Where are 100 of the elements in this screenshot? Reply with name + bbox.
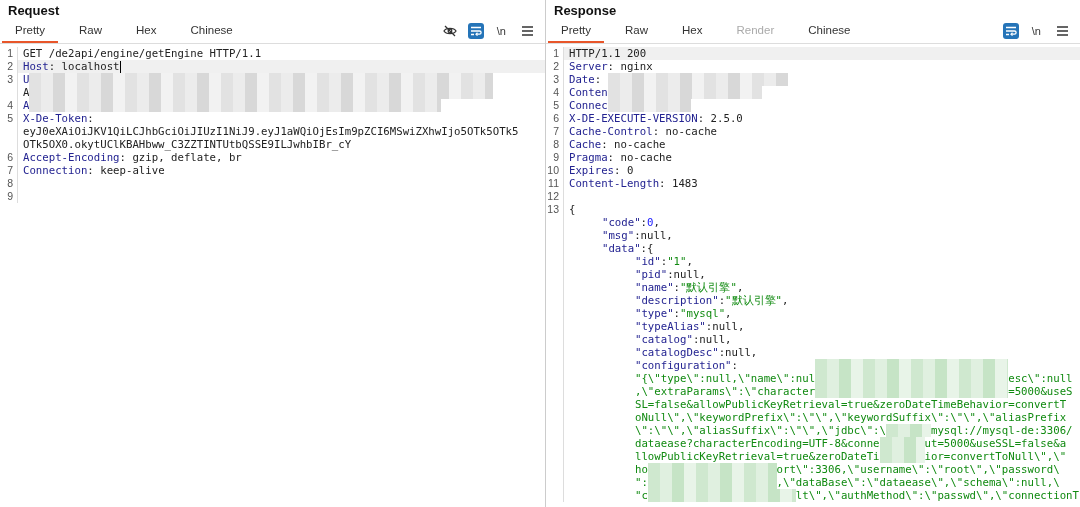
code-text: :null, [634,229,673,242]
menu-icon[interactable] [519,23,535,39]
view-tab[interactable]: Pretty [548,19,605,43]
line-number: 6 [546,112,564,125]
text-cursor [119,61,121,73]
string-value: dataease?characterEncoding=UTF-8&conne [635,437,880,450]
line-number: 1 [0,47,18,60]
view-tab[interactable]: Raw [66,19,116,43]
string-value: SL=false&allowPublicKeyRetrieval=true&zeroDateTimeBehavior=convertT [635,398,1067,411]
string-value: =5000&useS [1008,385,1073,398]
string-value: "{\"type\":null,\"name\":nul [635,372,816,385]
string-value: lt\",\"authMethod\":\"passwd\",\"connectionT [795,489,1079,502]
header-name: Conten [569,86,608,99]
newline-toggle[interactable]: \n [1028,23,1044,39]
view-tab[interactable]: Raw [612,19,662,43]
line-number: 13 [546,203,564,216]
line-number: 2 [546,60,564,73]
header-name: Pragma [569,151,608,164]
string-value: \":\"\",\"aliasSuffix\":\"\",\"jdbc\":\ [635,424,886,437]
view-tab[interactable]: Pretty [2,19,59,43]
header-name: Content-Length [569,177,660,190]
header-name: Cache-Control [569,125,653,138]
header-name: "pid" [635,268,668,281]
header-name: "description" [635,294,719,307]
hide-toggle-icon[interactable] [441,23,458,39]
view-tab[interactable]: Hex [669,19,716,43]
code-text: { [569,203,576,216]
line-number: 7 [546,125,564,138]
header-name: Cache [569,138,602,151]
header-name: "configuration" [635,359,732,372]
word-wrap-button[interactable] [467,23,484,39]
string-value: esc\":null [1008,372,1073,385]
view-tab[interactable]: Chinese [177,19,246,43]
header-name: "data" [602,242,641,255]
header-name: Server [569,60,608,73]
line-number: 3 [546,73,564,86]
header-name: "type" [635,307,674,320]
code-text: :null, [692,333,732,346]
header-name: U [23,73,30,86]
string-value: "默认引擎" [725,294,782,307]
string-value: ort\":3306,\"username\":\"root\",\"password\ [776,463,1060,476]
line-number: 6 [0,151,18,164]
header-name: "name" [635,281,674,294]
code-text: : no-cache [652,125,717,138]
line-number: 9 [0,190,18,203]
line-number: 10 [546,164,564,177]
line-number: 3 [0,73,18,86]
line-number: 8 [0,177,18,190]
string-value: mysql://mysql-de:3306/ [931,424,1073,437]
number-value: 0 [647,216,654,229]
code-text: , [725,307,732,320]
code-text: :null, [718,346,758,359]
code-text: OTk5OX0.okytUClKBAHbww_C3ZZTINTUtbQSSE9ILJwhbIBr_cY [23,138,352,151]
line-number: 4 [0,99,18,112]
header-name: "id" [635,255,661,268]
code-text: :null, [667,268,706,281]
header-name: A [23,99,30,112]
header-name: X-De-Token [23,112,88,125]
header-name: Connec [569,99,608,112]
code-text: : 0 [614,164,634,177]
string-value: "默认引擎" [680,281,737,294]
header-name: Expires [569,164,615,177]
word-wrap-button[interactable] [1002,23,1019,39]
code-text: , [653,216,660,229]
code-text: : [718,294,726,307]
header-name: Connection [23,164,88,177]
header-name: "msg" [602,229,635,242]
code-text: : 1483 [659,177,698,190]
line-number: 8 [546,138,564,151]
string-value: ior=convertToNull\",\" [924,450,1067,463]
code-text: : localhost [48,60,120,73]
code-text: : no-cache [601,138,666,151]
view-tab[interactable]: Hex [123,19,170,43]
code-text: : [731,359,738,372]
line-number: 5 [0,112,18,125]
string-value: "1" [667,255,687,268]
code-text: GET /de2api/engine/getEngine HTTP/1.1 [23,47,262,60]
menu-icon[interactable] [1054,23,1070,39]
line-number: 12 [546,190,564,203]
header-name: "catalogDesc" [635,346,719,359]
code-text: :{ [640,242,654,255]
line-number: 11 [546,177,564,190]
view-tab[interactable]: Chinese [795,19,864,43]
string-value: "c [635,489,648,502]
code-text: : 2.5.0 [697,112,743,125]
code-text: A [23,86,30,99]
code-text: : [594,73,602,86]
code-text: : keep-alive [87,164,165,177]
code-text: : [673,307,681,320]
line-number: 4 [546,86,564,99]
code-text: HTTP/1.1 200 [569,47,647,60]
string-value: ,\"extraParams\":\"character [635,385,816,398]
string-value: ut=5000&useSSL=false&a [924,437,1067,450]
string-value: llowPublicKeyRetrieval=true&zeroDateTi [635,450,880,463]
line-number: 9 [546,151,564,164]
code-text: , [686,255,693,268]
string-value: ,\"dataBase\":\"dataease\",\"schema\":null,\ [776,476,1060,489]
blurred-text [879,450,925,463]
header-name: X-DE-EXECUTE-VERSION [569,112,698,125]
newline-toggle[interactable]: \n [493,23,509,39]
